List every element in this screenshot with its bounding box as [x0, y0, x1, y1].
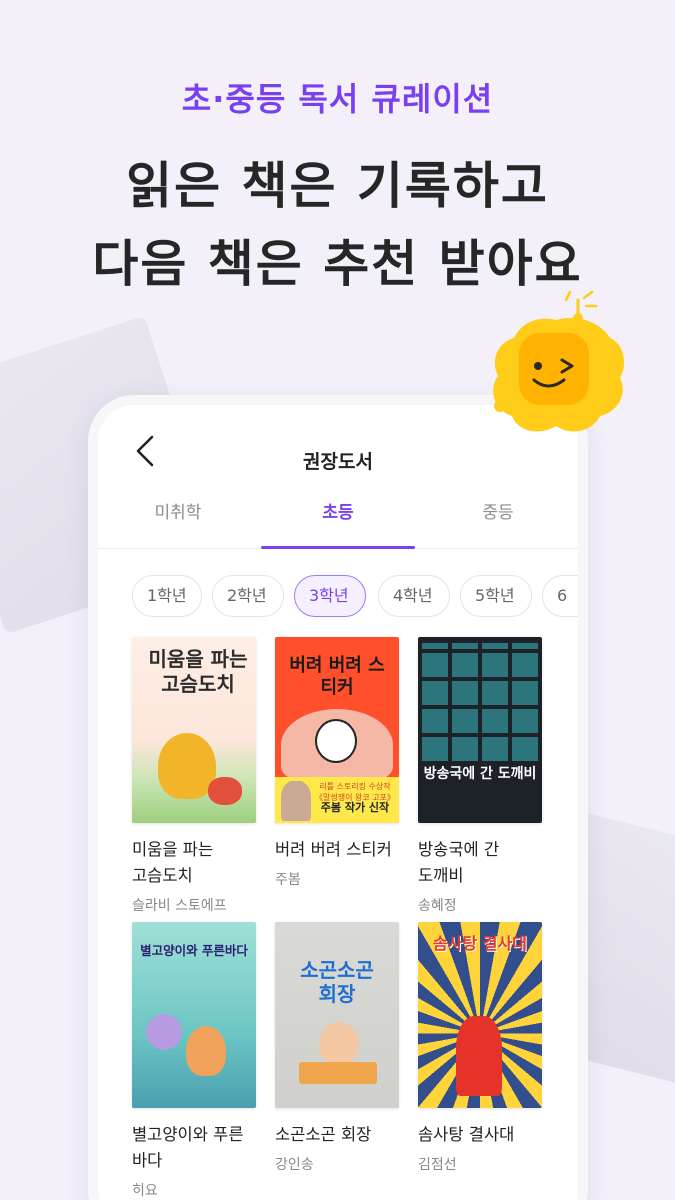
book-card[interactable]: 소곤소곤 회장 소곤소곤 회장 강인송	[275, 922, 399, 1174]
book-card[interactable]: 별고양이와 푸른바다 별고양이와 푸른 바다 히요	[132, 922, 256, 1200]
book-author: 김점선	[418, 1157, 457, 1173]
book-title: 버려 버려 스티커	[275, 840, 392, 859]
tv-screens-illustration	[422, 643, 538, 761]
book-title: 소곤소곤 회장	[275, 1125, 372, 1144]
book-cover: 별고양이와 푸른바다	[132, 922, 256, 1108]
book-title: 별고양이와 푸른 바다	[132, 1125, 244, 1170]
promo-title-line1: 읽은 책은 기록하고	[126, 157, 549, 215]
cover-title: 별고양이와 푸른바다	[140, 943, 248, 958]
book-author: 주봄	[275, 872, 301, 888]
tab-preschool[interactable]: 미취학	[98, 497, 258, 549]
book-cover: 방송국에 간 도깨비	[418, 637, 542, 823]
app-screen: 권장도서 미취학 초등 중등 1학년 2학년 3학년 4학년 5학년 6 미움을…	[98, 405, 578, 1200]
grade-chip-2[interactable]: 2학년	[212, 575, 284, 617]
hero-illustration	[456, 1016, 502, 1096]
grade-chip-1[interactable]: 1학년	[132, 575, 202, 617]
page-title: 권장도서	[303, 451, 373, 473]
cover-title: 방송국에 간 도깨비	[423, 766, 537, 782]
author-photo	[281, 781, 311, 821]
grade-chip-5[interactable]: 5학년	[460, 575, 532, 617]
grade-chip-4[interactable]: 4학년	[378, 575, 450, 617]
promo-subtitle: 초·중등 독서 큐레이션	[181, 80, 494, 118]
book-cover: 미움을 파는 고슴도치	[132, 637, 256, 823]
book-author: 송혜정	[418, 898, 457, 914]
cat-illustration	[186, 1026, 226, 1076]
book-author: 강인송	[275, 1157, 314, 1173]
book-author: 슬라비 스토에프	[132, 898, 227, 914]
child-illustration	[319, 1022, 359, 1066]
book-cover: 솜사탕 결사대	[418, 922, 542, 1108]
book-title: 미움을 파는 고슴도치	[132, 840, 214, 885]
desk-illustration	[299, 1062, 377, 1084]
cover-title: 솜사탕 결사대	[433, 934, 527, 953]
grade-filter-chips: 1학년 2학년 3학년 4학년 5학년 6	[98, 565, 578, 617]
tab-middle-school[interactable]: 중등	[418, 497, 578, 549]
book-card[interactable]: 버려 버려 스티커 리틀 스토리킹 수상작 《말썽쟁이 왕코 고포》 주봄 작가…	[275, 637, 399, 889]
phone-mockup: 권장도서 미취학 초등 중등 1학년 2학년 3학년 4학년 5학년 6 미움을…	[88, 395, 588, 1200]
book-cover: 버려 버려 스티커 리틀 스토리킹 수상작 《말썽쟁이 왕코 고포》 주봄 작가…	[275, 637, 399, 823]
book-card[interactable]: 방송국에 간 도깨비 방송국에 간 도깨비 송혜정	[418, 637, 542, 915]
grade-chip-6[interactable]: 6	[542, 575, 578, 617]
cover-title: 소곤소곤 회장	[300, 958, 374, 1006]
cover-title: 버려 버려 스티커	[289, 655, 385, 698]
book-card[interactable]: 솜사탕 결사대 솜사탕 결사대 김점선	[418, 922, 542, 1174]
book-title: 방송국에 간 도깨비	[418, 840, 500, 885]
dog-illustration	[208, 777, 242, 805]
book-cover: 소곤소곤 회장	[275, 922, 399, 1108]
cover-band-text: 주봄 작가 신작	[320, 801, 390, 814]
book-card[interactable]: 미움을 파는 고슴도치 미움을 파는 고슴도치 슬라비 스토에프	[132, 637, 256, 915]
book-author: 히요	[132, 1183, 158, 1199]
tab-active-indicator	[261, 546, 415, 549]
grade-chip-3[interactable]: 3학년	[294, 575, 366, 617]
smiling-sun-mascot-icon	[493, 290, 625, 432]
category-tabs: 미취학 초등 중등	[98, 497, 578, 549]
tab-elementary[interactable]: 초등	[258, 497, 418, 549]
cover-title: 미움을 파는 고슴도치	[148, 647, 248, 696]
face-illustration	[315, 719, 357, 763]
sea-creature-illustration	[146, 1014, 182, 1050]
book-title: 솜사탕 결사대	[418, 1125, 515, 1144]
